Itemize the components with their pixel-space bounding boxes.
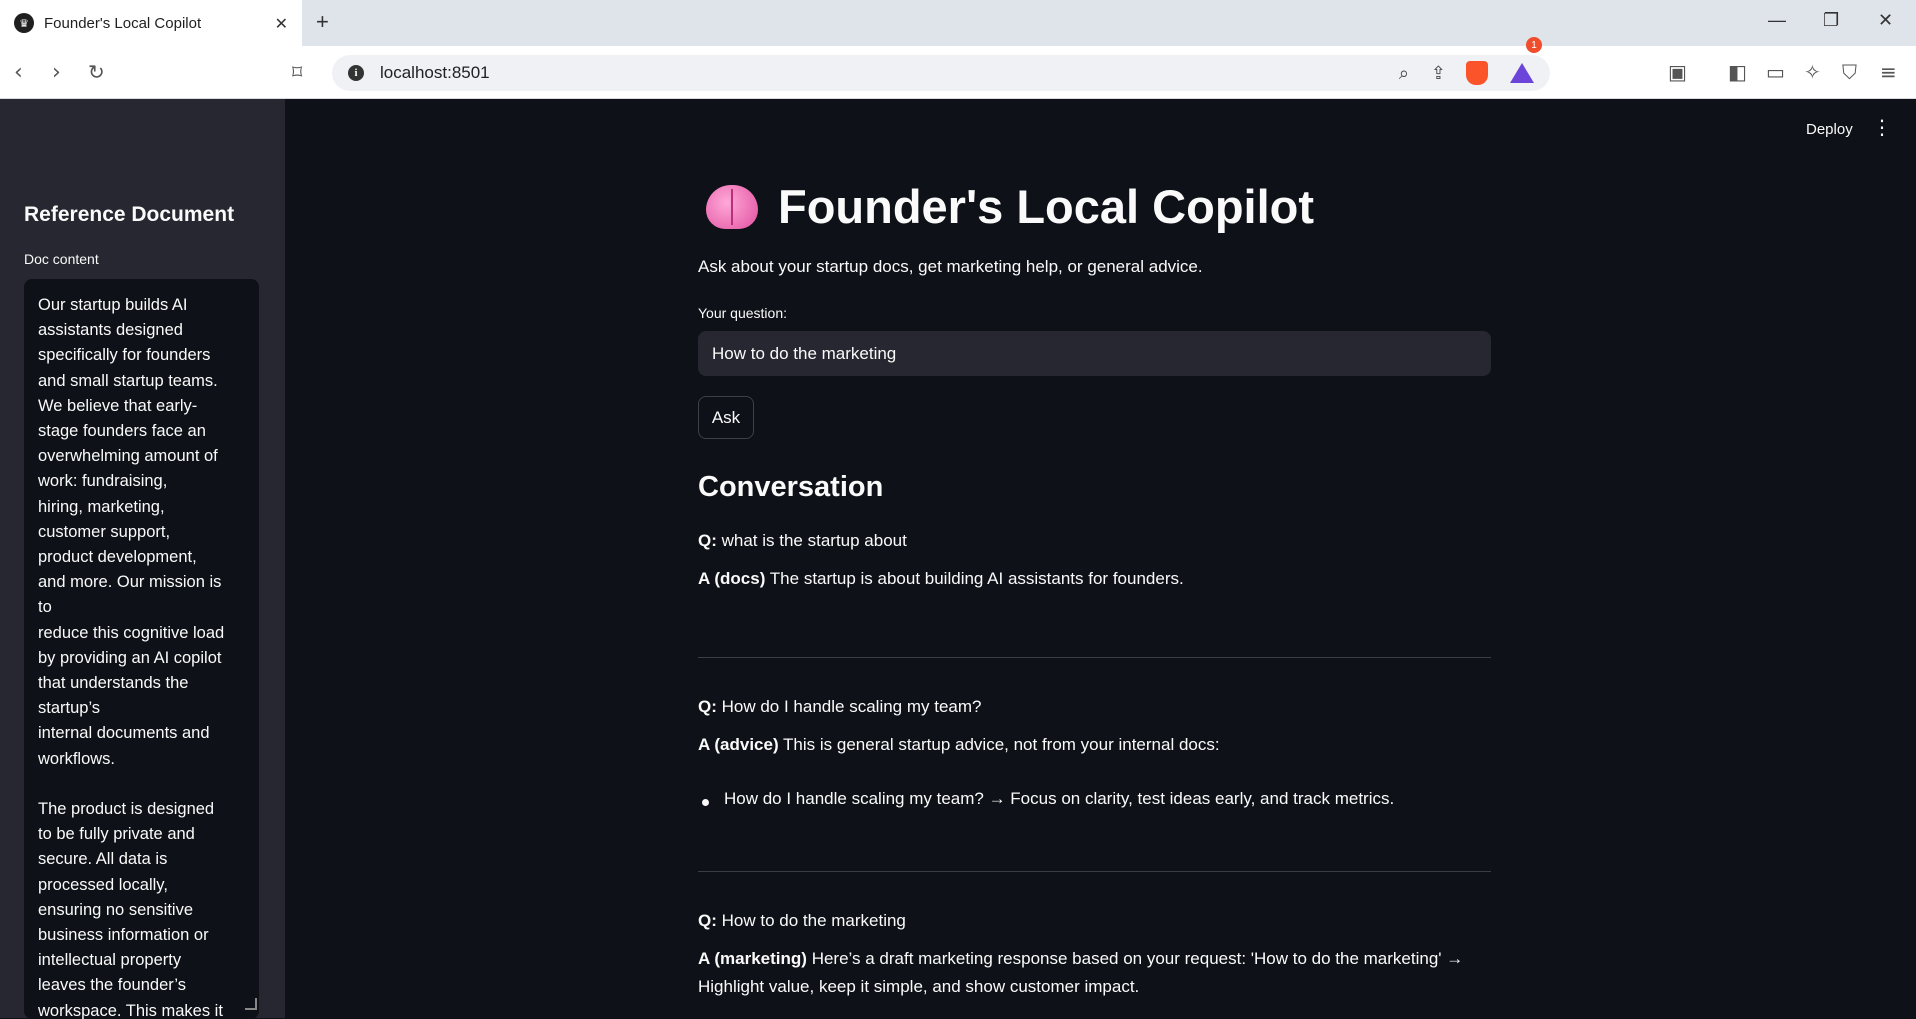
question-prefix: Q: — [698, 531, 717, 550]
back-icon[interactable]: ‹ — [14, 60, 23, 85]
doc-content-text[interactable]: Our startup builds AI assistants designe… — [38, 293, 249, 1019]
brave-shields-icon[interactable] — [1466, 61, 1488, 85]
vpn-icon[interactable]: ⛉ — [1842, 60, 1857, 84]
question-text: How to do the marketing — [721, 911, 906, 930]
question-text: How do I handle scaling my team? — [721, 697, 982, 716]
conversation-divider — [698, 657, 1491, 658]
answer-line: A (docs) The startup is about building A… — [698, 565, 1184, 593]
reload-icon[interactable]: ↻ — [88, 60, 105, 84]
main-menu-icon[interactable]: ⋮ — [1872, 117, 1892, 137]
deploy-button[interactable]: Deploy — [1806, 121, 1853, 138]
question-label: Your question: — [698, 305, 787, 321]
streamlit-favicon-icon: ♛ — [14, 13, 34, 33]
question-prefix: Q: — [698, 697, 717, 716]
answer-text: This is general startup advice, not from… — [783, 735, 1220, 754]
leo-ai-icon[interactable]: ✧ — [1804, 60, 1821, 84]
browser-tab-bar: ♛ Founder's Local Copilot ✕ + — ❐ ✕ — [0, 0, 1916, 46]
streamlit-app: Reference Document Doc content Our start… — [0, 99, 1916, 1019]
share-icon[interactable]: ⇪ — [1431, 63, 1446, 84]
question-text: what is the startup about — [721, 531, 907, 550]
conversation-divider — [698, 871, 1491, 872]
ask-button[interactable]: Ask — [698, 396, 754, 439]
conversation-heading: Conversation — [698, 471, 884, 503]
close-tab-icon[interactable]: ✕ — [275, 14, 288, 33]
address-bar[interactable]: i localhost:8501 ⌕ ⇪ 1 — [332, 37, 1550, 91]
answer-prefix: A (advice) — [698, 735, 779, 754]
answer-text: Here’s a draft marketing response based … — [811, 949, 1464, 968]
bookmark-icon[interactable]: ⌑ — [292, 60, 302, 84]
minimize-icon[interactable]: — — [1768, 10, 1786, 31]
forward-icon[interactable]: › — [52, 60, 61, 85]
browser-tab[interactable]: ♛ Founder's Local Copilot ✕ — [0, 0, 302, 46]
doc-content-label: Doc content — [24, 251, 99, 267]
brain-icon — [706, 184, 758, 229]
close-window-icon[interactable]: ✕ — [1878, 10, 1893, 31]
tab-title: Founder's Local Copilot — [44, 14, 202, 32]
page-subtitle: Ask about your startup docs, get marketi… — [698, 257, 1203, 276]
rewards-badge: 1 — [1526, 37, 1542, 53]
reader-mode-icon[interactable]: ▣ — [1668, 60, 1687, 84]
sidebar: Reference Document Doc content Our start… — [0, 99, 285, 1019]
browser-menu-icon[interactable]: ≡ — [1880, 60, 1897, 84]
page-title: Founder's Local Copilot — [706, 179, 1314, 234]
question-line: Q: How to do the marketing — [698, 907, 906, 935]
answer-text-continued: Highlight value, keep it simple, and sho… — [698, 977, 1140, 996]
doc-content-textarea[interactable]: Our startup builds AI assistants designe… — [24, 279, 259, 1019]
brave-rewards-icon[interactable]: 1 — [1510, 37, 1542, 83]
answer-text: The startup is about building AI assista… — [769, 569, 1184, 588]
answer-line: A (marketing) Here’s a draft marketing r… — [698, 945, 1463, 973]
page-title-text: Founder's Local Copilot — [778, 180, 1315, 233]
textarea-resize-handle[interactable] — [245, 998, 257, 1010]
question-line: Q: what is the startup about — [698, 527, 907, 555]
question-input[interactable] — [698, 331, 1491, 376]
url-text[interactable]: localhost:8501 — [380, 63, 1377, 83]
answer-prefix: A (docs) — [698, 569, 766, 588]
sidebar-toggle-icon[interactable]: ◧ — [1728, 60, 1747, 84]
answer-line: A (advice) This is general startup advic… — [698, 731, 1220, 759]
browser-toolbar: ‹ › ↻ ⌑ i localhost:8501 ⌕ ⇪ 1 ▣ ◧ ▭ ✧ ⛉… — [0, 37, 1916, 99]
restore-icon[interactable]: ❐ — [1823, 10, 1839, 31]
sidebar-title: Reference Document — [24, 203, 235, 226]
answer-prefix: A (marketing) — [698, 949, 807, 968]
answer-bullet: How do I handle scaling my team? → Focus… — [724, 789, 1395, 808]
new-tab-button[interactable]: + — [316, 9, 329, 35]
site-info-icon[interactable]: i — [348, 65, 364, 81]
zoom-icon[interactable]: ⌕ — [1399, 63, 1409, 84]
question-line: Q: How do I handle scaling my team? — [698, 693, 981, 721]
wallet-icon[interactable]: ▭ — [1766, 60, 1785, 84]
bullet-dot — [702, 799, 709, 806]
question-prefix: Q: — [698, 911, 717, 930]
